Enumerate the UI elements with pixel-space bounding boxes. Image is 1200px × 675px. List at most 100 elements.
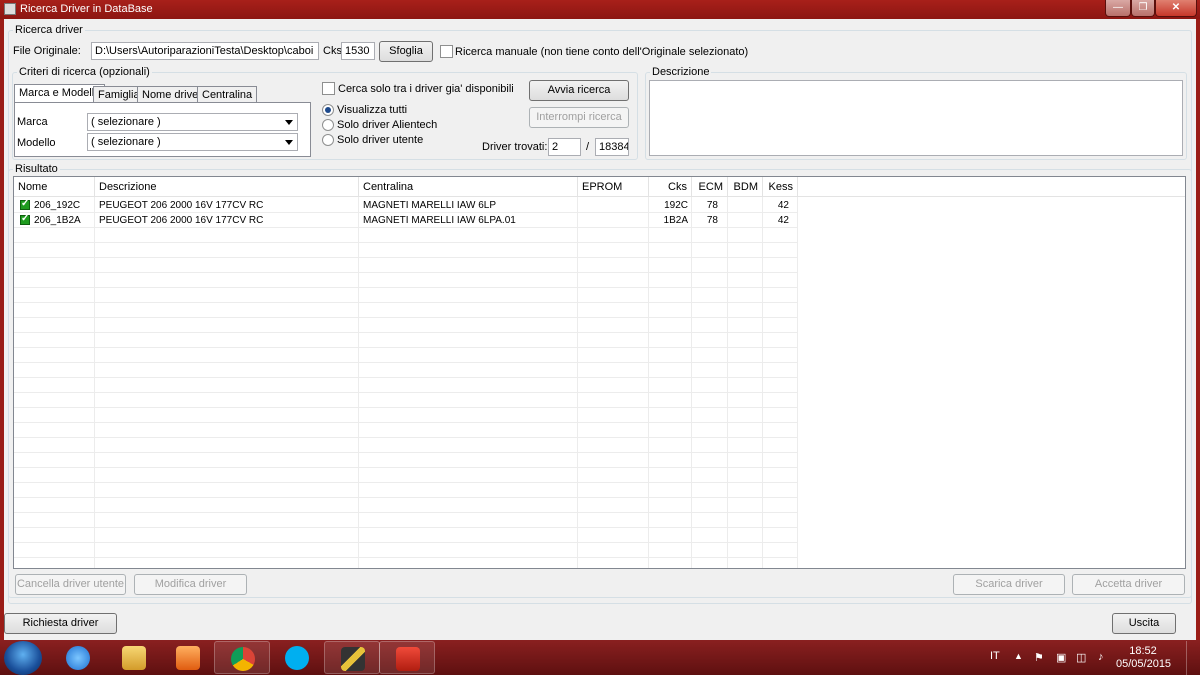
total-count-field: 18384 [595,138,629,156]
title-bar[interactable]: Ricerca Driver in DataBase — ❐ ✕ [0,0,1200,19]
taskbar-alientech[interactable] [379,641,435,674]
col-header-nome[interactable]: Nome [14,177,95,197]
start-search-button[interactable]: Avvia ricerca [529,80,629,101]
chip-icon [341,647,365,671]
grid-line [797,197,798,568]
brand-select[interactable]: ( selezionare ) [87,113,298,131]
results-table[interactable]: Nome Descrizione Centralina EPROM Cks EC… [13,176,1186,569]
chevron-down-icon [285,120,293,125]
folder-icon [122,646,146,670]
delete-user-driver-button[interactable]: Cancella driver utente [15,574,126,595]
grid-row-line [14,497,798,498]
accept-driver-button[interactable]: Accetta driver [1072,574,1185,595]
model-select[interactable]: ( selezionare ) [87,133,298,151]
cell-ecm: 78 [706,215,718,226]
table-row[interactable]: 206_1B2A PEUGEOT 206 2000 16V 177CV RC M… [14,213,798,228]
grid-line [762,197,763,568]
col-header-bdm[interactable]: BDM [728,177,763,197]
grid-line [577,197,578,568]
download-driver-button[interactable]: Scarica driver [953,574,1065,595]
col-header-cks[interactable]: Cks [649,177,692,197]
tab-centralina[interactable]: Centralina [197,86,258,103]
cell-kess: 42 [777,215,789,226]
internet-explorer-icon [66,646,90,670]
device-icon[interactable]: ▣ [1056,651,1066,664]
taskbar-ecm-tool[interactable] [324,641,380,674]
file-original-input[interactable]: D:\Users\AutoriparazioniTesta\Desktop\ca… [91,42,319,60]
modify-driver-button[interactable]: Modifica driver [134,574,247,595]
show-desktop-button[interactable] [1186,641,1200,675]
table-header: Nome Descrizione Centralina EPROM Cks EC… [14,177,1185,197]
check-icon[interactable] [20,198,30,210]
grid-row-line [14,332,798,333]
volume-icon[interactable]: ♪ [1098,651,1104,663]
grid-row-line [14,317,798,318]
only-available-checkbox[interactable] [322,82,335,95]
grid-row-line [14,557,798,558]
check-icon[interactable] [20,213,30,225]
radio-show-all[interactable] [322,104,334,116]
clock-date: 05/05/2015 [1116,658,1172,670]
col-header-kess[interactable]: Kess [763,177,798,197]
taskbar-ie[interactable] [50,641,106,674]
radio-alientech-only-label: Solo driver Alientech [337,119,438,131]
col-header-eprom[interactable]: EPROM [578,177,649,197]
description-legend: Descrizione [652,66,710,78]
model-label: Modello [17,137,56,149]
tray-expand-icon[interactable]: ▲ [1014,651,1023,661]
skype-icon [285,646,309,670]
grid-row-line [14,242,798,243]
cell-nome: 206_192C [34,200,81,211]
tab-marca-modello[interactable]: Marca e Modello [14,84,106,103]
app-icon [4,3,16,15]
file-original-label: File Originale: [13,45,81,57]
taskbar-media-player[interactable] [160,641,216,674]
minimize-button[interactable]: — [1105,0,1131,17]
clock[interactable]: 18:52 05/05/2015 [1116,644,1172,674]
taskbar-chrome[interactable] [214,641,270,674]
grid-row-line [14,302,798,303]
brand-label: Marca [17,116,48,128]
cell-cks: 1B2A [663,215,688,226]
taskbar-skype[interactable] [269,641,325,674]
manual-search-checkbox[interactable] [440,45,453,58]
count-separator: / [586,141,590,153]
request-driver-button[interactable]: Richiesta driver [4,613,117,634]
col-header-centralina[interactable]: Centralina [359,177,578,197]
model-select-value: ( selezionare ) [91,136,161,148]
cell-nome: 206_1B2A [34,215,81,226]
grid-row-line [14,542,798,543]
media-player-icon [176,646,200,670]
col-header-descrizione[interactable]: Descrizione [95,177,359,197]
taskbar-explorer[interactable] [106,641,162,674]
radio-alientech-only[interactable] [322,119,334,131]
language-indicator[interactable]: IT [990,650,1000,662]
brand-select-value: ( selezionare ) [91,116,161,128]
col-header-ecm[interactable]: ECM [692,177,728,197]
found-count-field: 2 [548,138,581,156]
cks-input[interactable]: 1530 [341,42,375,60]
browse-button[interactable]: Sfoglia [379,41,433,62]
grid-line [691,197,692,568]
grid-row-line [14,392,798,393]
description-textarea[interactable] [649,80,1183,156]
grid-row-line [14,287,798,288]
close-button[interactable]: ✕ [1155,0,1197,17]
manual-search-label: Ricerca manuale (non tiene conto dell'Or… [455,46,749,58]
network-icon[interactable]: ◫ [1076,651,1086,664]
cell-descrizione: PEUGEOT 206 2000 16V 177CV RC [99,200,264,211]
window-title: Ricerca Driver in DataBase [20,3,153,15]
table-row[interactable]: 206_192C PEUGEOT 206 2000 16V 177CV RC M… [14,198,798,213]
chevron-down-icon [285,140,293,145]
maximize-button[interactable]: ❐ [1131,0,1155,17]
start-button-icon[interactable] [4,641,42,675]
grid-row-line [14,377,798,378]
flag-icon[interactable]: ⚑ [1034,651,1044,664]
grid-row-line [14,257,798,258]
radio-user-only[interactable] [322,134,334,146]
results-legend: Risultato [15,163,58,175]
grid-row-line [14,467,798,468]
stop-search-button[interactable]: Interrompi ricerca [529,107,629,128]
grid-row-line [14,272,798,273]
exit-button[interactable]: Uscita [1112,613,1176,634]
